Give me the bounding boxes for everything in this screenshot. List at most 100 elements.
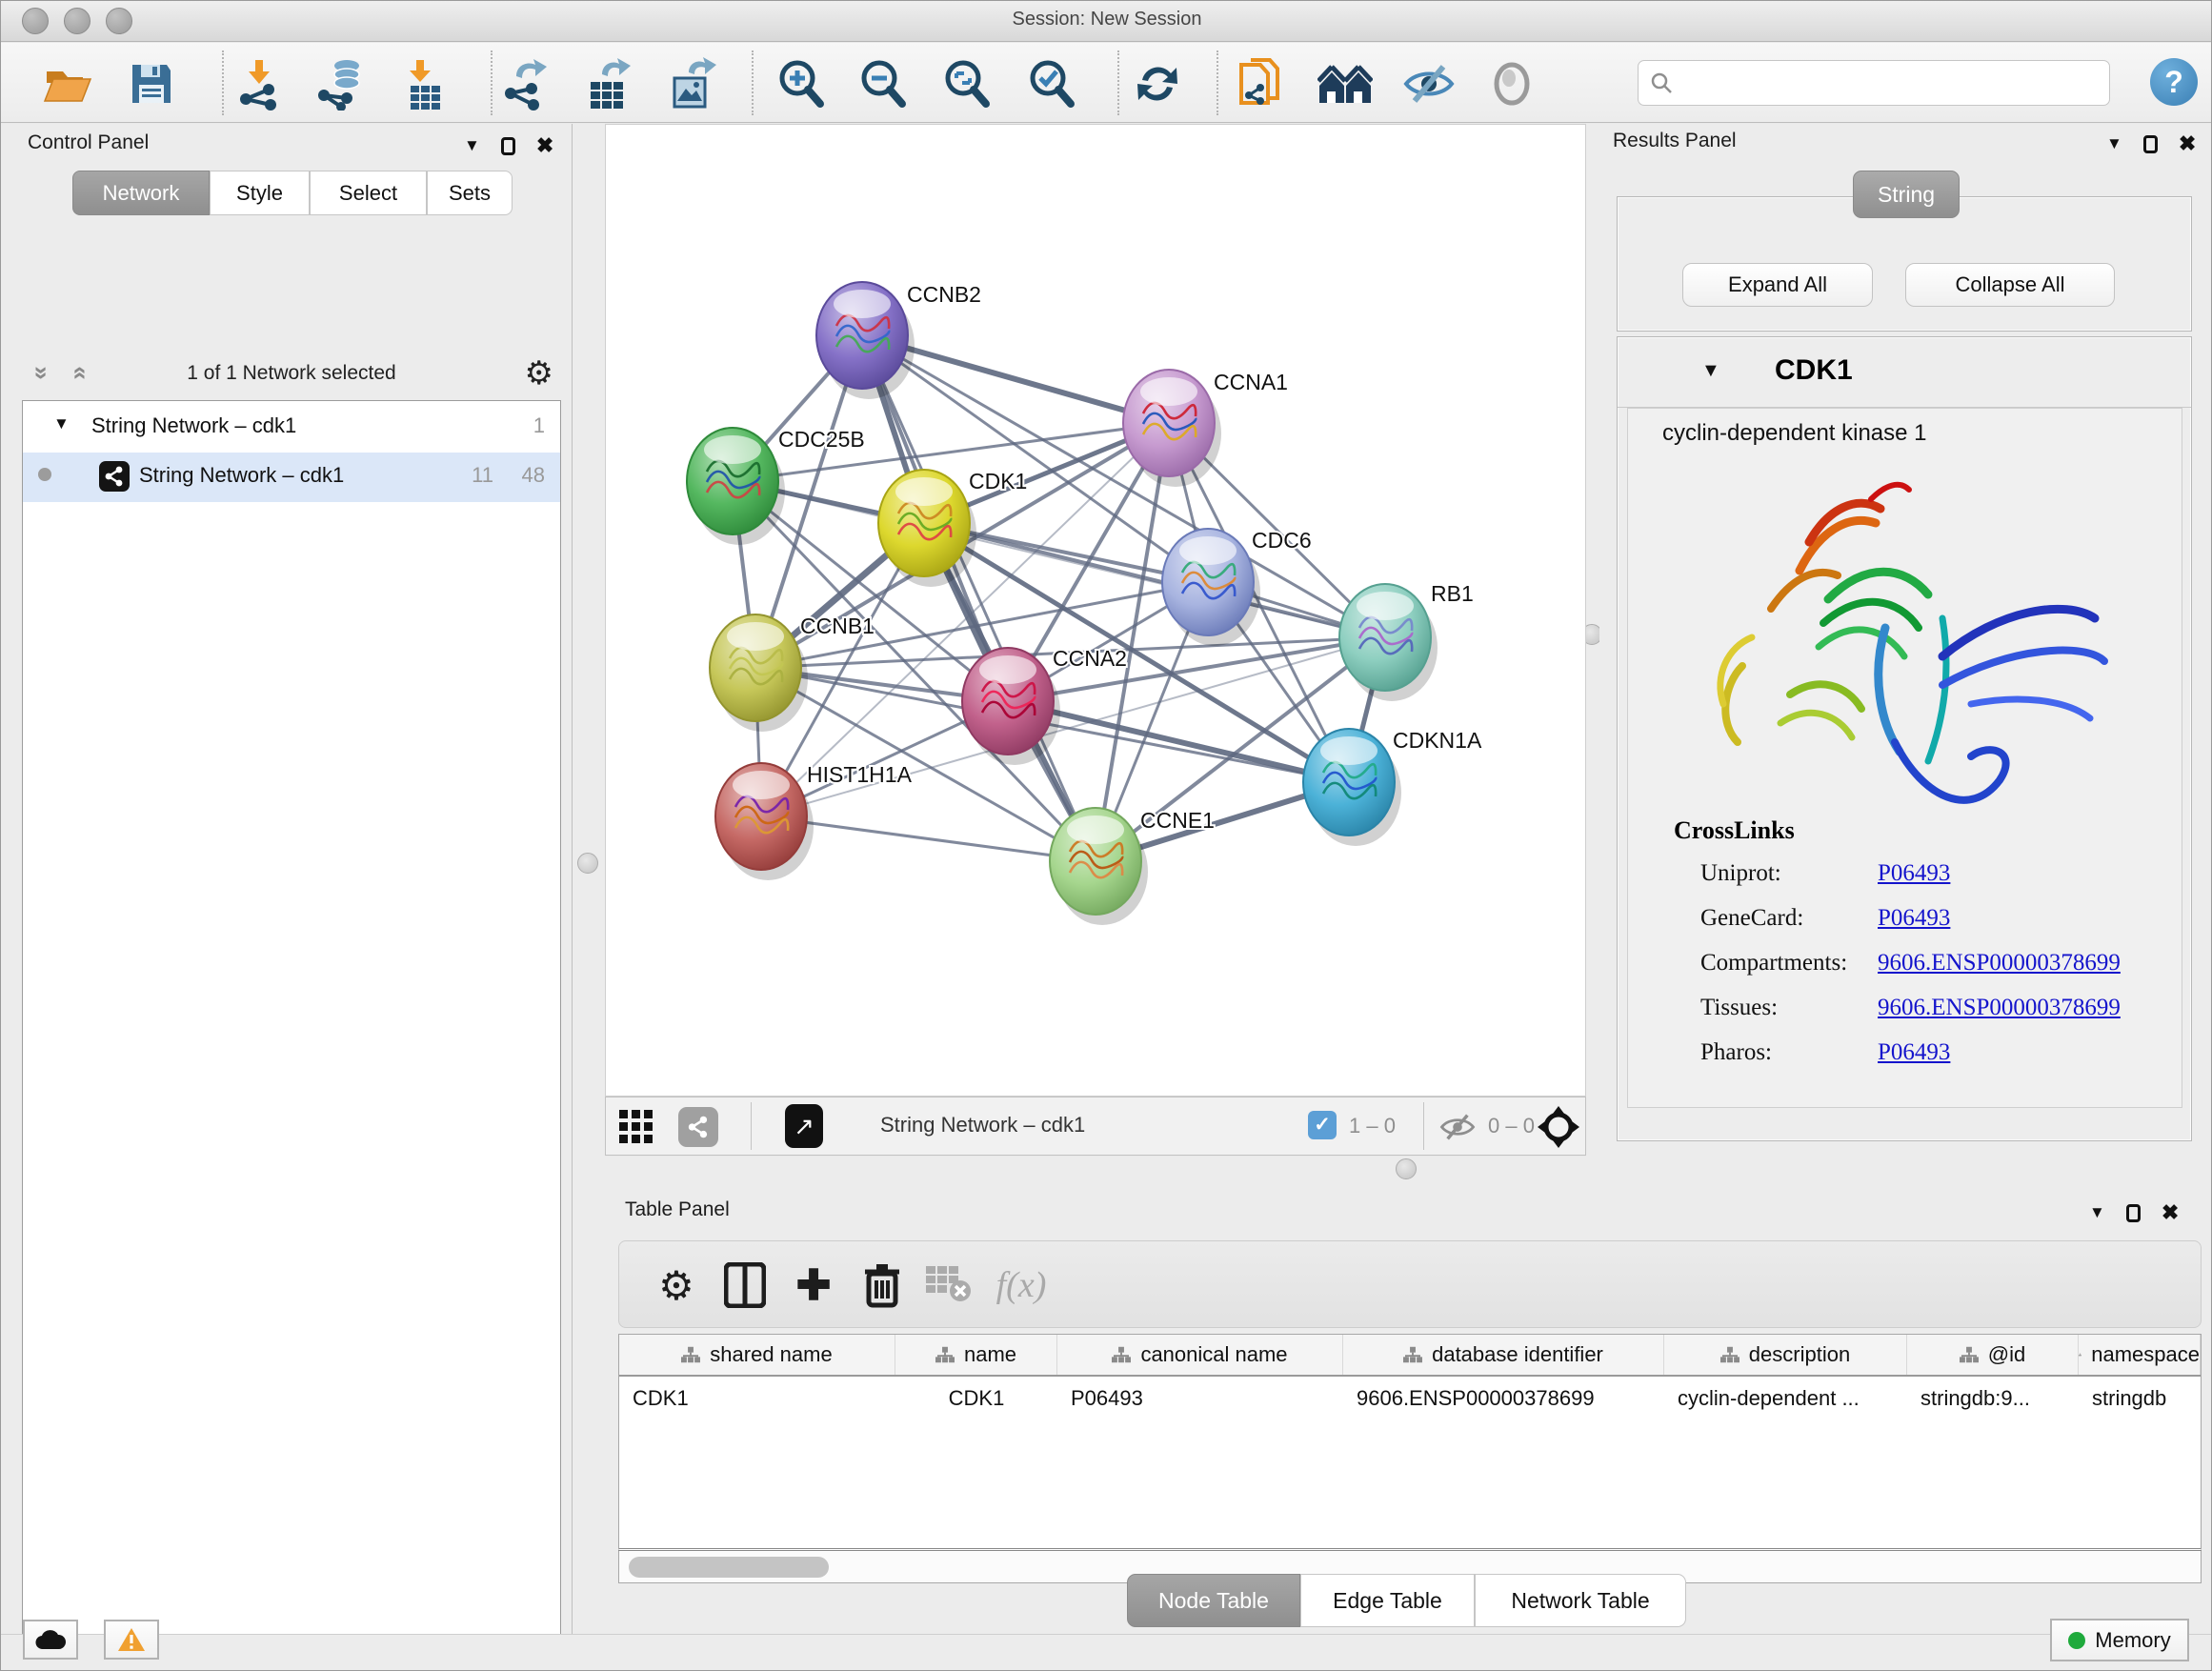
float-panel-icon[interactable]	[2126, 1204, 2141, 1222]
zoom-selected-button[interactable]	[1024, 56, 1079, 111]
crosslink-link[interactable]: 9606.ENSP00000378699	[1878, 995, 2121, 1021]
selected-checkbox-icon[interactable]: ✓	[1308, 1111, 1337, 1139]
table-cell[interactable]: stringdb	[2079, 1379, 2201, 1419]
network-node-ccnb2[interactable]: CCNB2	[816, 282, 981, 399]
collapse-all-button[interactable]: Collapse All	[1905, 263, 2115, 307]
zoom-out-button[interactable]	[855, 56, 911, 111]
refresh-button[interactable]	[1130, 56, 1185, 111]
tab-network-table[interactable]: Network Table	[1475, 1574, 1686, 1627]
expand-all-button[interactable]: Expand All	[1682, 263, 1873, 307]
column-header-namespace[interactable]: namespace	[2079, 1335, 2201, 1375]
tab-select[interactable]: Select	[310, 171, 427, 215]
memory-button[interactable]: Memory	[2050, 1619, 2189, 1661]
export-table-button[interactable]	[580, 56, 635, 111]
network-node-hist1h1a[interactable]: HIST1H1A	[715, 762, 913, 880]
create-column-icon[interactable]: ✚	[785, 1255, 842, 1316]
column-header-description[interactable]: description	[1664, 1335, 1907, 1375]
crosslink-link[interactable]: P06493	[1878, 1039, 1950, 1066]
import-network-file-button[interactable]	[231, 56, 287, 111]
collapse-all-label: Collapse All	[1956, 272, 2065, 297]
share-view-icon[interactable]	[678, 1107, 718, 1147]
network-row[interactable]: String Network – cdk1 11 48	[23, 453, 560, 502]
network-collection-row[interactable]: ▼ String Network – cdk1 1	[23, 403, 560, 453]
search-input[interactable]	[1638, 60, 2110, 106]
show-columns-icon[interactable]	[716, 1255, 774, 1316]
show-panel-button[interactable]	[1484, 56, 1539, 111]
detach-view-button[interactable]: ↗	[785, 1104, 823, 1148]
table-cell[interactable]: 9606.ENSP00000378699	[1343, 1379, 1664, 1419]
splitter-handle[interactable]	[1396, 1158, 1417, 1179]
column-header-name[interactable]: name	[895, 1335, 1057, 1375]
close-panel-icon[interactable]: ✖	[2179, 131, 2196, 156]
network-node-cdkn1a[interactable]: CDKN1A	[1303, 728, 1482, 846]
panel-menu-icon[interactable]: ▼	[2106, 134, 2122, 153]
crosslink-row: Compartments:9606.ENSP00000378699	[1700, 950, 2167, 992]
string-import-button[interactable]	[1233, 56, 1288, 111]
vertical-splitter-left[interactable]	[573, 124, 605, 1634]
crosslink-link[interactable]: P06493	[1878, 905, 1950, 932]
cloud-status-button[interactable]	[23, 1620, 78, 1660]
collection-disclosure-icon[interactable]: ▼	[53, 414, 70, 433]
tab-sets[interactable]: Sets	[427, 171, 513, 215]
float-panel-icon[interactable]	[2143, 135, 2158, 153]
table-cell[interactable]: P06493	[1057, 1379, 1343, 1419]
import-table-button[interactable]	[396, 56, 452, 111]
close-panel-icon[interactable]: ✖	[536, 133, 553, 158]
delete-column-icon[interactable]	[854, 1255, 911, 1316]
network-edge[interactable]	[924, 523, 1385, 637]
warnings-button[interactable]	[104, 1620, 159, 1660]
column-header-canonical-name[interactable]: canonical name	[1057, 1335, 1343, 1375]
float-panel-icon[interactable]	[501, 137, 515, 155]
export-network-button[interactable]	[498, 56, 553, 111]
network-node-ccna2[interactable]: CCNA2	[962, 646, 1127, 765]
gene-section-header[interactable]: ▼ CDK1	[1618, 337, 2191, 408]
tab-string[interactable]: String	[1853, 171, 1960, 218]
network-node-cdc6[interactable]: CDC6	[1162, 528, 1312, 646]
open-session-button[interactable]	[40, 56, 95, 111]
network-node-ccna1[interactable]: CCNA1	[1123, 370, 1288, 487]
node-table[interactable]: shared namenamecanonical namedatabase id…	[618, 1334, 2202, 1551]
network-node-ccnb1[interactable]: CCNB1	[710, 614, 875, 732]
tab-node-table[interactable]: Node Table	[1127, 1574, 1300, 1627]
panel-menu-icon[interactable]: ▼	[464, 136, 480, 155]
table-row[interactable]: CDK1CDK1P064939606.ENSP00000378699cyclin…	[619, 1379, 2201, 1419]
table-cell[interactable]: cyclin-dependent ...	[1664, 1379, 1907, 1419]
horizontal-splitter[interactable]	[605, 1157, 2212, 1181]
close-panel-icon[interactable]: ✖	[2162, 1200, 2179, 1225]
network-view[interactable]: CCNB2CCNA1CDC25BCDK1CDC6RB1CCNB1CCNA2CDK…	[605, 124, 1586, 1097]
section-disclosure-icon[interactable]: ▼	[1701, 360, 1720, 382]
column-header-database-identifier[interactable]: database identifier	[1343, 1335, 1664, 1375]
network-node-rb1[interactable]: RB1	[1339, 581, 1474, 701]
zoom-fit-button[interactable]	[939, 56, 995, 111]
table-options-gear-icon[interactable]: ⚙	[648, 1255, 705, 1316]
crosslink-link[interactable]: 9606.ENSP00000378699	[1878, 950, 2121, 976]
zoom-in-button[interactable]	[774, 56, 829, 111]
table-cell[interactable]: stringdb:9...	[1907, 1379, 2079, 1419]
node-label: CCNB2	[907, 282, 981, 307]
network-options-gear-icon[interactable]: ⚙	[525, 354, 553, 393]
network-canvas[interactable]: CCNB2CCNA1CDC25BCDK1CDC6RB1CCNB1CCNA2CDK…	[606, 125, 1585, 1096]
tab-network[interactable]: Network	[72, 171, 210, 215]
column-header-shared-name[interactable]: shared name	[619, 1335, 895, 1375]
scrollbar-thumb[interactable]	[629, 1557, 829, 1578]
string-home-button[interactable]	[1317, 56, 1373, 111]
tab-edge-table[interactable]: Edge Table	[1300, 1574, 1475, 1627]
table-cell[interactable]: CDK1	[619, 1379, 895, 1419]
import-network-database-button[interactable]	[312, 56, 367, 111]
save-session-button[interactable]	[124, 56, 179, 111]
network-node-ccne1[interactable]: CCNE1	[1050, 808, 1215, 925]
column-header--id[interactable]: @id	[1907, 1335, 2079, 1375]
grid-view-icon[interactable]	[619, 1110, 654, 1144]
results-panel-title: Results Panel	[1613, 130, 1737, 152]
table-cell[interactable]: CDK1	[895, 1379, 1057, 1419]
crosslink-link[interactable]: P06493	[1878, 860, 1950, 887]
export-image-button[interactable]	[665, 56, 720, 111]
table-header-row: shared namenamecanonical namedatabase id…	[619, 1335, 2201, 1377]
panel-menu-icon[interactable]: ▼	[2089, 1203, 2105, 1222]
network-node-cdk1[interactable]: CDK1	[878, 469, 1027, 587]
birds-eye-icon[interactable]	[1538, 1106, 1579, 1148]
hide-panel-button[interactable]	[1401, 56, 1457, 111]
tab-style[interactable]: Style	[210, 171, 310, 215]
help-button[interactable]: ?	[2150, 58, 2198, 106]
splitter-handle[interactable]	[577, 853, 598, 874]
